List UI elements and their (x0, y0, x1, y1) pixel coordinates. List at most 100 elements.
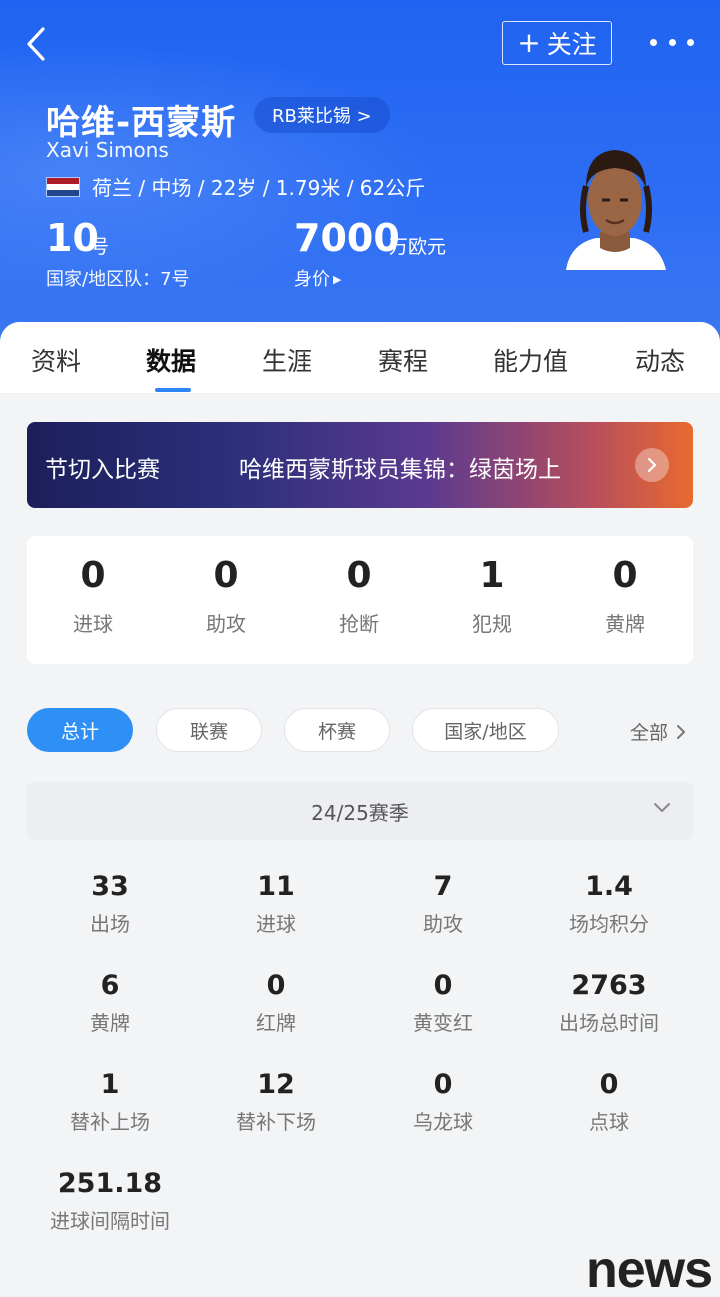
stat-value: 0 (213, 555, 239, 596)
player-info: 荷兰 / 中场 / 22岁 / 1.79米 / 62公斤 (92, 176, 426, 200)
season-stat-cell: 1.4 场均积分 (526, 870, 692, 937)
content-sheet: 资料 数据 生涯 赛程 能力值 动态 节切入比赛 哈维西蒙斯球员集锦：绿茵场上 … (0, 322, 720, 1297)
last-match-stats: 0 进球 0 助攻 0 抢断 1 犯规 0 黄牌 (27, 536, 693, 664)
filter-national[interactable]: 国家/地区 (412, 708, 559, 752)
season-stat-cell: 251.18 进球间隔时间 (27, 1167, 193, 1234)
banner-arrow-button[interactable] (635, 448, 669, 482)
stat-label: 点球 (589, 1110, 629, 1134)
watermark-logo: news (586, 1241, 713, 1297)
plus-icon: + (517, 26, 541, 59)
all-filter-link[interactable]: 全部 (630, 718, 686, 745)
stat-label: 红牌 (256, 1011, 296, 1035)
match-stat-fouls: 1 犯规 (432, 554, 552, 637)
filter-cup[interactable]: 杯赛 (284, 708, 390, 752)
season-stat-cell: 11 进球 (193, 870, 359, 937)
stat-value: 0 (80, 555, 106, 596)
stat-value: 1 (100, 1069, 120, 1100)
market-value-unit: 万欧元 (389, 236, 447, 258)
tab-data[interactable]: 数据 (146, 342, 196, 378)
stat-label: 进球间隔时间 (50, 1209, 170, 1233)
stat-label: 替补下场 (236, 1110, 316, 1134)
more-options-button[interactable] (650, 30, 694, 54)
market-value: 7000 (294, 216, 400, 260)
season-stat-cell: 33 出场 (27, 870, 193, 937)
highlight-banner[interactable]: 节切入比赛 哈维西蒙斯球员集锦：绿茵场上 (27, 422, 693, 508)
competition-filter: 总计 联赛 杯赛 国家/地区 全部 (0, 708, 720, 754)
tab-profile[interactable]: 资料 (31, 342, 81, 378)
tab-career[interactable]: 生涯 (262, 342, 312, 378)
all-label: 全部 (630, 722, 669, 744)
season-stat-cell: 0 红牌 (193, 969, 359, 1036)
filter-total[interactable]: 总计 (27, 708, 133, 752)
season-stat-cell: 0 点球 (526, 1068, 692, 1135)
season-stat-cell: 1 替补上场 (27, 1068, 193, 1135)
back-button[interactable] (18, 24, 54, 64)
market-value-label: 身价 (294, 269, 330, 290)
market-value-link[interactable]: 身价 ▶ (294, 265, 341, 291)
dot-icon (668, 38, 676, 46)
shirt-number-unit: 号 (90, 236, 110, 258)
stat-value: 251.18 (57, 1168, 163, 1199)
stat-value: 6 (100, 970, 120, 1001)
stat-label: 黄变红 (413, 1011, 473, 1035)
player-avatar (556, 140, 674, 270)
stat-value: 12 (257, 1069, 295, 1100)
stat-label: 进球 (73, 612, 113, 636)
stat-value: 0 (612, 555, 638, 596)
season-stat-cell: 0 黄变红 (360, 969, 526, 1036)
stat-label: 抢断 (339, 612, 379, 636)
tab-ability[interactable]: 能力值 (493, 342, 568, 378)
stat-value: 0 (433, 1069, 453, 1100)
chevron-right-icon (647, 457, 657, 473)
chevron-down-icon (654, 803, 670, 812)
match-stat-yellow-cards: 0 黄牌 (565, 554, 685, 637)
dot-icon (650, 38, 657, 46)
season-stat-cell: 0 乌龙球 (360, 1068, 526, 1135)
stat-value: 1.4 (585, 871, 633, 902)
dot-icon (687, 38, 694, 46)
stat-value: 0 (346, 555, 372, 596)
tab-schedule[interactable]: 赛程 (378, 342, 428, 378)
stat-label: 出场 (90, 912, 130, 936)
stat-label: 黄牌 (90, 1011, 130, 1035)
stat-label: 乌龙球 (413, 1110, 473, 1134)
stat-label: 出场总时间 (559, 1011, 659, 1035)
tab-bar: 资料 数据 生涯 赛程 能力值 动态 (0, 322, 720, 394)
tab-news[interactable]: 动态 (635, 342, 685, 378)
player-header: + 关注 哈维-西蒙斯 RB莱比锡 > Xavi Simons 荷兰 / 中场 … (0, 0, 720, 345)
stat-label: 场均积分 (569, 912, 649, 936)
stat-label: 黄牌 (605, 612, 645, 636)
filter-league[interactable]: 联赛 (156, 708, 262, 752)
stat-label: 进球 (256, 912, 296, 936)
banner-text-right: 哈维西蒙斯球员集锦：绿茵场上 (239, 457, 561, 483)
player-info-row: 荷兰 / 中场 / 22岁 / 1.79米 / 62公斤 (46, 172, 425, 201)
stat-value: 11 (257, 871, 295, 902)
season-dropdown[interactable]: 24/25赛季 (27, 782, 693, 840)
stat-value: 2763 (571, 970, 647, 1001)
follow-button[interactable]: + 关注 (502, 21, 612, 65)
season-stat-cell: 12 替补下场 (193, 1068, 359, 1135)
national-team-number: 国家/地区队：7号 (46, 269, 190, 290)
season-stat-cell: 6 黄牌 (27, 969, 193, 1036)
stat-value: 0 (266, 970, 286, 1001)
follow-label: 关注 (546, 30, 597, 59)
player-name-cn: 哈维-西蒙斯 (46, 103, 237, 143)
netherlands-flag-icon (46, 176, 80, 197)
triangle-right-icon: ▶ (333, 273, 342, 286)
stat-value: 7 (433, 871, 453, 902)
stat-label: 替补上场 (70, 1110, 150, 1134)
chevron-left-icon (27, 27, 45, 61)
season-stat-cell: 7 助攻 (360, 870, 526, 937)
match-stat-goals: 0 进球 (33, 554, 153, 637)
match-stat-assists: 0 助攻 (166, 554, 286, 637)
player-name-en: Xavi Simons (46, 138, 169, 162)
stat-value: 33 (91, 871, 129, 902)
stat-value: 0 (433, 970, 453, 1001)
season-label: 24/25赛季 (311, 800, 409, 825)
stat-label: 犯规 (472, 612, 512, 636)
stat-value: 0 (599, 1069, 619, 1100)
stat-label: 助攻 (206, 612, 246, 636)
match-stat-tackles: 0 抢断 (299, 554, 419, 637)
chevron-right-icon (677, 724, 686, 739)
club-link[interactable]: RB莱比锡 > (254, 97, 390, 133)
